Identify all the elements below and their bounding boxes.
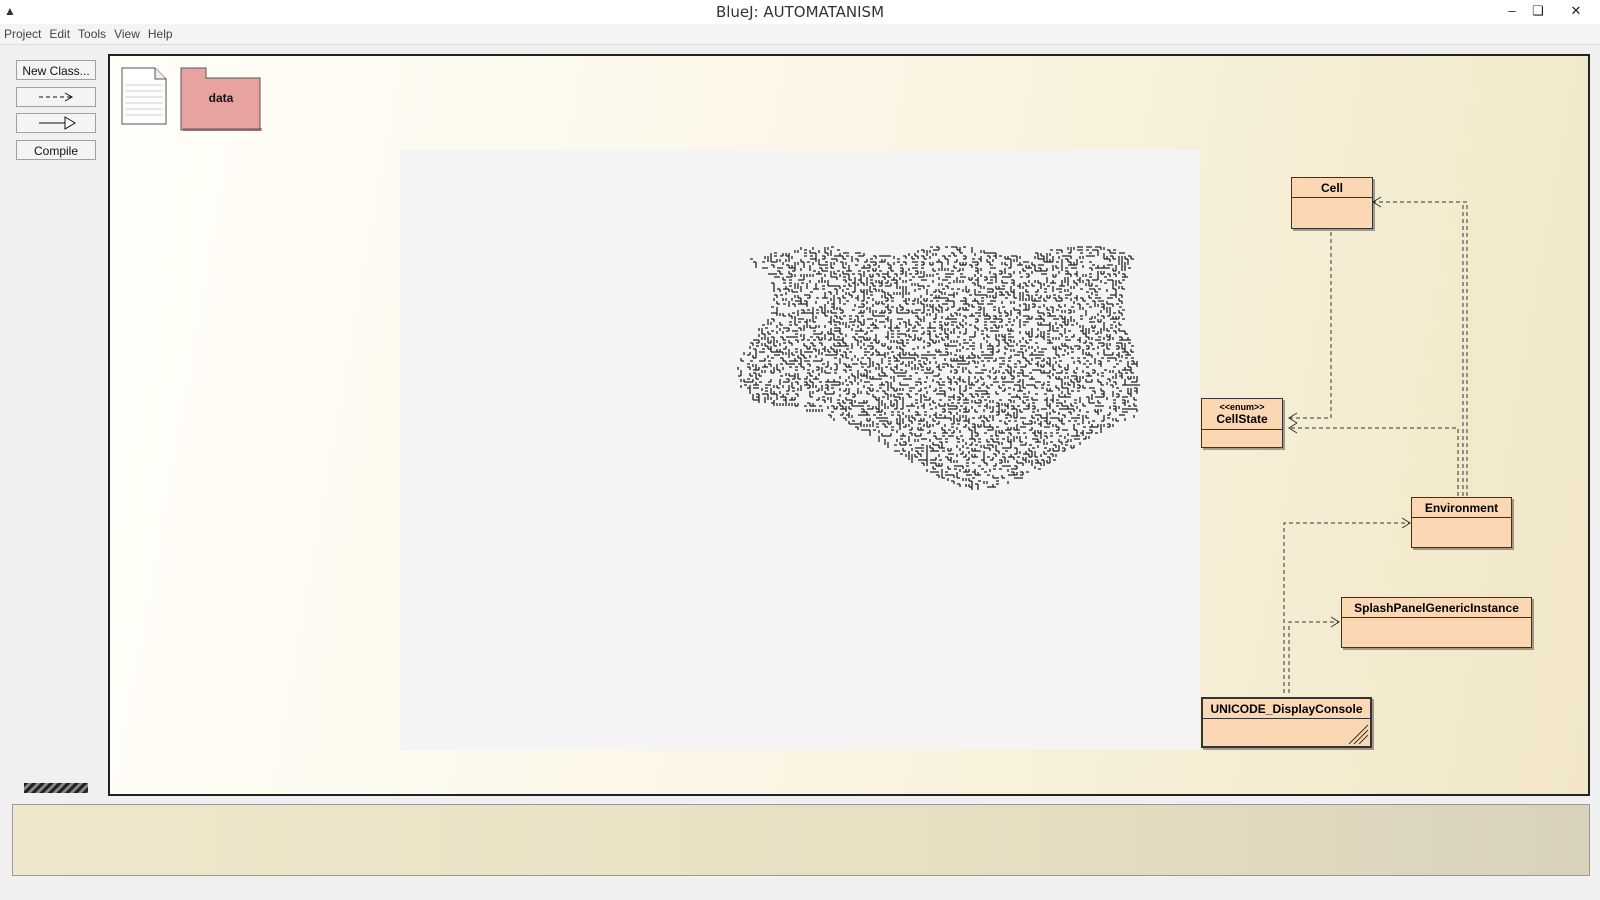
class-name-cellstate: CellState <box>1216 412 1268 426</box>
class-cell[interactable]: Cell <box>1291 177 1373 229</box>
class-splashpanelgenericinstance[interactable]: SplashPanelGenericInstance <box>1341 597 1532 648</box>
class-environment[interactable]: Environment <box>1411 497 1512 548</box>
enum-stereotype: <<enum>> <box>1219 402 1265 412</box>
class-unicode-displayconsole[interactable]: UNICODE_DisplayConsole <box>1201 697 1372 748</box>
class-name-display: UNICODE_DisplayConsole <box>1203 699 1370 719</box>
dependency-arrows <box>1283 196 1468 693</box>
message-panel <box>12 804 1590 876</box>
class-name-environment: Environment <box>1412 498 1511 518</box>
class-cellstate[interactable]: <<enum>> CellState <box>1201 398 1283 448</box>
class-name-splash: SplashPanelGenericInstance <box>1342 598 1531 618</box>
class-name-cell: Cell <box>1292 178 1372 198</box>
resize-handle-icon[interactable] <box>1347 723 1369 745</box>
